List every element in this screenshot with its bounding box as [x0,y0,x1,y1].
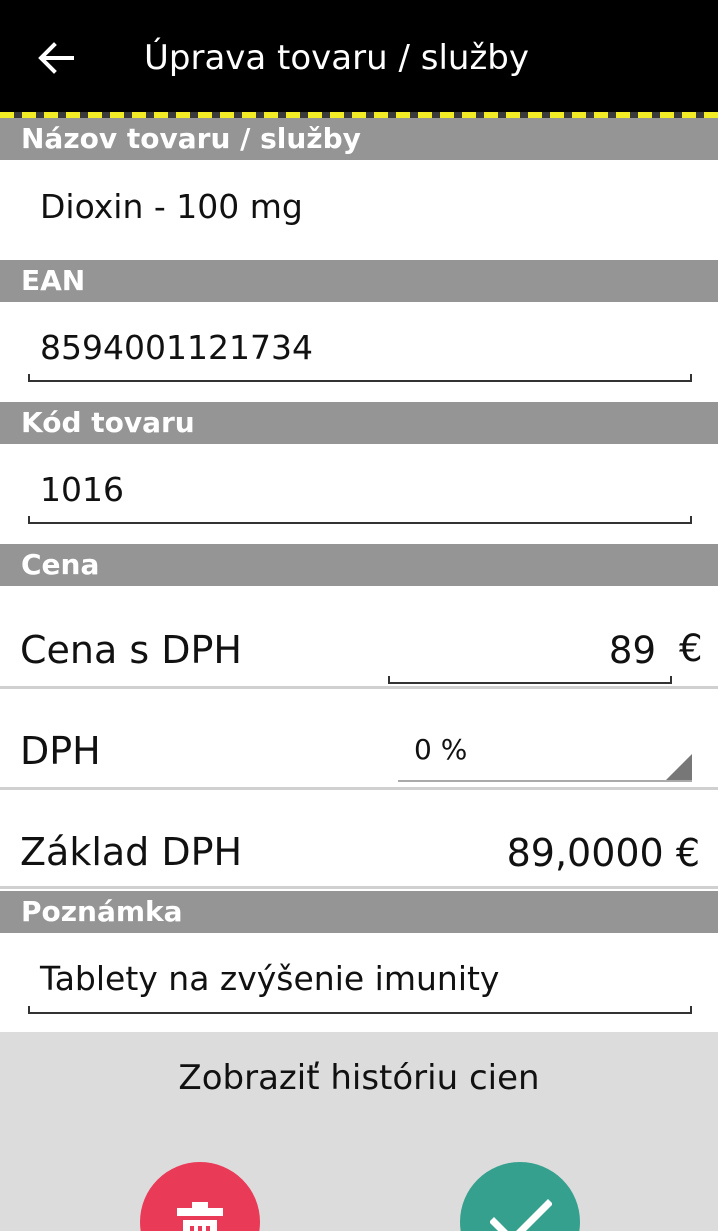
code-underline [28,516,692,524]
section-header-price: Cena [0,544,718,586]
product-name-field[interactable]: Dioxin - 100 mg [20,172,700,248]
trash-icon [177,1202,223,1231]
section-header-ean: EAN [0,260,718,302]
action-panel: Zobraziť históriu cien [0,1032,718,1231]
ean-value: 8594001121734 [40,328,313,367]
top-app-bar: Úprava tovaru / služby [0,0,718,114]
section-header-code: Kód tovaru [0,402,718,444]
arrow-left-icon [38,42,74,74]
note-value: Tablety na zvýšenie imunity [40,959,500,998]
price-input[interactable]: 89 [388,620,672,684]
product-name-value: Dioxin - 100 mg [40,187,303,226]
price-underline [388,676,672,684]
price-input-value: 89 [608,629,656,672]
currency-symbol: € [679,627,703,670]
product-code-value: 1016 [40,470,124,509]
vat-rate-select[interactable]: 0 % [398,724,692,782]
vat-label: DPH [20,729,101,773]
note-underline [28,1006,692,1014]
price-with-vat-label: Cena s DPH [20,628,242,672]
page-title: Úprava tovaru / služby [144,38,529,78]
section-header-name: Názov tovaru / služby [0,118,718,160]
row-divider [0,686,718,689]
vat-rate-value: 0 % [414,733,468,766]
dropdown-corner-icon [666,754,692,780]
vat-base-value: 89,0000 € [506,831,700,875]
delete-button[interactable] [140,1162,260,1231]
ean-underline [28,374,692,382]
section-header-note: Poznámka [0,891,718,933]
vat-base-label: Základ DPH [20,830,243,874]
vat-select-underline [398,780,692,782]
row-divider [0,886,718,889]
confirm-button[interactable] [460,1162,580,1231]
back-button[interactable] [20,22,92,94]
price-history-button[interactable]: Zobraziť históriu cien [120,1046,598,1110]
row-divider [0,787,718,790]
checkmark-icon [490,1199,552,1231]
